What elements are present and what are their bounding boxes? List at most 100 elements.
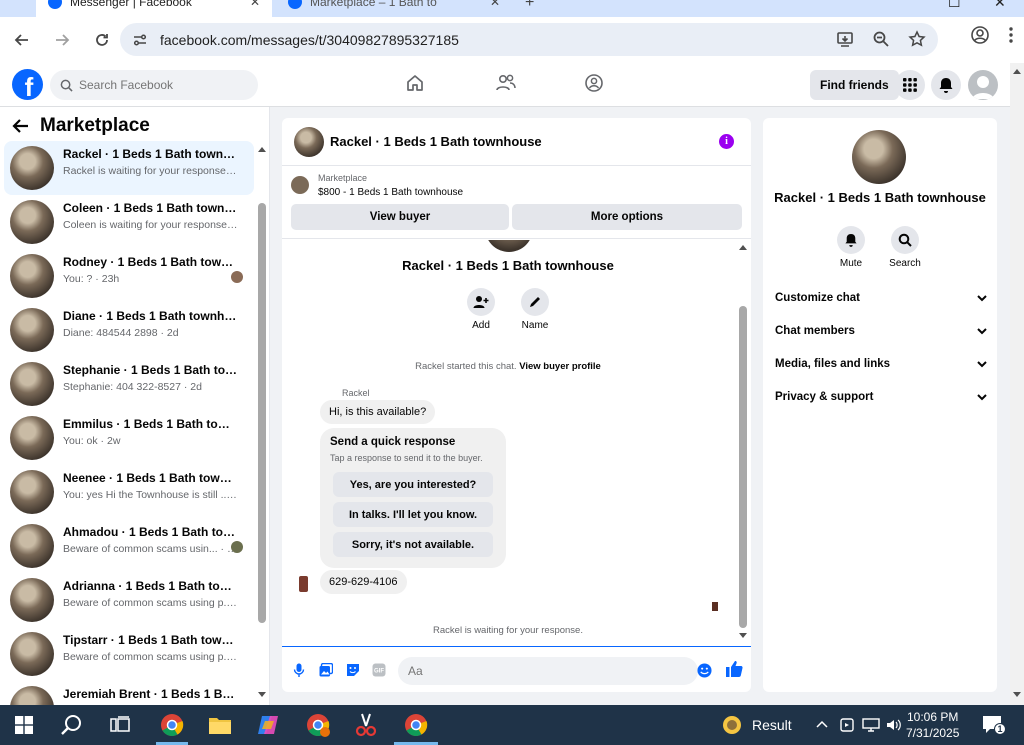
add-action[interactable]: Add xyxy=(456,288,506,331)
taskbar-search-icon[interactable] xyxy=(60,713,84,737)
emoji-icon[interactable] xyxy=(697,663,712,678)
friends-icon[interactable] xyxy=(495,73,517,93)
info-icon[interactable]: i xyxy=(719,134,734,149)
new-tab-icon[interactable]: + xyxy=(525,0,534,12)
conversation-item[interactable]: Ahmadou · 1 Beds 1 Bath tow... Beware of … xyxy=(4,519,254,573)
quick-response-subtitle: Tap a response to send it to the buyer. xyxy=(330,453,483,463)
conversation-item[interactable]: Jeremiah Brent · 1 Beds 1 Bath t... xyxy=(4,681,254,705)
network-icon[interactable] xyxy=(862,718,880,732)
site-settings-icon[interactable] xyxy=(132,32,148,48)
close-window-icon[interactable]: ✕ xyxy=(994,0,1006,11)
back-icon[interactable] xyxy=(4,22,40,58)
marketplace-sidebar: Marketplace Rackel · 1 Beds 1 Bath townh… xyxy=(0,107,270,705)
chrome-active-app-icon[interactable] xyxy=(404,713,428,737)
message-bubble[interactable]: 629-629-4106 xyxy=(320,570,407,594)
message-bubble[interactable]: Hi, is this available? xyxy=(320,400,436,424)
menu-grid-icon[interactable] xyxy=(895,70,925,100)
reload-icon[interactable] xyxy=(84,22,120,58)
details-avatar xyxy=(852,130,906,184)
quick-reply-button[interactable]: Yes, are you interested? xyxy=(333,472,493,497)
volume-icon[interactable] xyxy=(886,718,902,732)
zoom-icon[interactable] xyxy=(872,30,890,48)
chat-title[interactable]: Rackel · 1 Beds 1 Bath townhouse xyxy=(330,134,542,149)
sticker-icon[interactable] xyxy=(346,663,360,677)
conversation-item[interactable]: Rackel · 1 Beds 1 Bath townhouse Rackel i… xyxy=(4,141,254,195)
facebook-search-input[interactable] xyxy=(79,78,249,92)
conversation-item[interactable]: Stephanie · 1 Beds 1 Bath townh... Stepha… xyxy=(4,357,254,411)
chevron-up-icon[interactable] xyxy=(816,720,828,728)
meet-now-icon[interactable] xyxy=(840,717,854,733)
chevron-down-icon xyxy=(977,327,987,334)
conversation-item[interactable]: Adrianna · 1 Beds 1 Bath townh... Beware … xyxy=(4,573,254,627)
page-scrollbar[interactable] xyxy=(1010,63,1024,705)
conversation-preview: You: ? · 23h xyxy=(63,273,120,285)
listing-thumbnail xyxy=(10,146,54,190)
search-label: Search xyxy=(889,258,921,269)
clock-time: 10:06 PM xyxy=(907,710,959,724)
notification-count-badge: 1 xyxy=(994,723,1006,735)
conversation-item[interactable]: Tipstarr · 1 Beds 1 Bath townho... Beware… xyxy=(4,627,254,681)
chat-members-section[interactable]: Chat members xyxy=(775,317,987,345)
chrome-app-icon[interactable] xyxy=(160,713,184,737)
conversation-item[interactable]: Rodney · 1 Beds 1 Bath townh... You: ? · … xyxy=(4,249,254,303)
system-clock[interactable]: 10:06 PM 7/31/2025 xyxy=(906,709,959,741)
like-thumb-icon[interactable] xyxy=(725,660,743,678)
groups-icon[interactable] xyxy=(584,73,604,93)
gif-icon[interactable]: GIF xyxy=(372,663,386,677)
media-files-section[interactable]: Media, files and links xyxy=(775,350,987,378)
find-friends-button[interactable]: Find friends xyxy=(810,70,899,100)
customize-chat-section[interactable]: Customize chat xyxy=(775,284,987,312)
view-buyer-profile-link[interactable]: View buyer profile xyxy=(519,361,601,372)
address-bar[interactable]: facebook.com/messages/t/3040982789532718… xyxy=(120,23,938,56)
privacy-support-section[interactable]: Privacy & support xyxy=(775,383,987,411)
conversation-item[interactable]: Neenee · 1 Beds 1 Bath townho... You: yes… xyxy=(4,465,254,519)
facebook-logo-icon[interactable]: f xyxy=(12,69,43,100)
task-view-icon[interactable] xyxy=(108,713,132,737)
facebook-search[interactable] xyxy=(50,70,258,100)
notifications-bell-icon[interactable] xyxy=(931,70,961,100)
chat-scrollbar[interactable] xyxy=(736,240,750,644)
listing-title[interactable]: $800 - 1 Beds 1 Bath townhouse xyxy=(318,187,463,198)
chat-avatar[interactable] xyxy=(294,127,324,157)
message-input[interactable] xyxy=(398,657,698,685)
conversation-item[interactable]: Coleen · 1 Beds 1 Bath townhouse Coleen i… xyxy=(4,195,254,249)
tab-close-icon[interactable]: ✕ xyxy=(250,0,260,9)
notification-center-icon[interactable]: 1 xyxy=(982,715,1006,735)
maximize-icon[interactable]: ☐ xyxy=(948,0,961,11)
install-app-icon[interactable] xyxy=(836,30,854,48)
read-receipt-avatar xyxy=(712,602,718,611)
sidebar-scrollbar[interactable] xyxy=(256,143,268,699)
conversation-name: Ahmadou · 1 Beds 1 Bath tow... xyxy=(63,525,239,539)
home-icon[interactable] xyxy=(405,73,425,93)
copilot-icon[interactable] xyxy=(256,713,280,737)
account-avatar[interactable] xyxy=(968,70,998,100)
forward-icon[interactable] xyxy=(44,22,80,58)
search-action[interactable]: Search xyxy=(880,226,930,269)
browser-menu-icon[interactable] xyxy=(1008,26,1014,44)
profile-icon[interactable] xyxy=(970,25,990,45)
mute-action[interactable]: Mute xyxy=(826,226,876,269)
quick-reply-button[interactable]: In talks. I'll let you know. xyxy=(333,502,493,527)
message-area: Rackel · 1 Beds 1 Bath townhouse Add Nam… xyxy=(282,240,751,644)
tab-close-icon[interactable]: ✕ xyxy=(490,0,500,9)
chrome-profile-app-icon[interactable] xyxy=(306,713,330,737)
name-action[interactable]: Name xyxy=(510,288,560,331)
view-buyer-button[interactable]: View buyer xyxy=(291,204,509,230)
conversation-item[interactable]: Emmilus · 1 Beds 1 Bath townho... You: ok… xyxy=(4,411,254,465)
chat-scroll-thumb[interactable] xyxy=(739,306,747,628)
bookmark-star-icon[interactable] xyxy=(908,30,926,48)
back-arrow-icon[interactable] xyxy=(12,118,30,134)
file-explorer-icon[interactable] xyxy=(208,713,232,737)
tab-messenger[interactable]: Messenger | Facebook ✕ xyxy=(36,0,272,17)
conversation-item[interactable]: Diane · 1 Beds 1 Bath townhouse Diane: 48… xyxy=(4,303,254,357)
weather-widget[interactable]: Result xyxy=(720,713,792,737)
photo-icon[interactable] xyxy=(319,663,333,677)
quick-reply-button[interactable]: Sorry, it's not available. xyxy=(333,532,493,557)
more-options-button[interactable]: More options xyxy=(512,204,742,230)
snipping-tool-icon[interactable] xyxy=(354,713,378,737)
windows-start-icon[interactable] xyxy=(12,713,36,737)
tab-marketplace[interactable]: Marketplace – 1 Bath to ✕ xyxy=(276,0,512,17)
sidebar-scroll-thumb[interactable] xyxy=(258,203,266,623)
conversation-preview: Beware of common scams usin... · 3w xyxy=(63,543,239,555)
microphone-icon[interactable] xyxy=(292,663,306,677)
